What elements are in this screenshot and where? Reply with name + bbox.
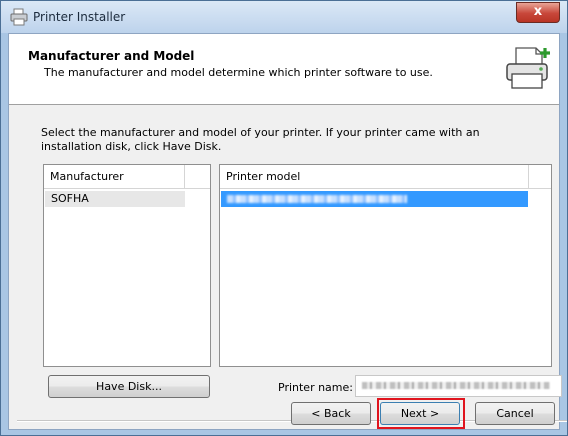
window-title: Printer Installer <box>33 10 126 24</box>
list-item[interactable]: SOFHA <box>45 191 185 207</box>
manufacturer-list[interactable]: Manufacturer SOFHA <box>43 164 211 367</box>
next-button-highlight <box>377 398 465 429</box>
printer-add-icon <box>504 44 552 92</box>
dialog-client-area: Manufacturer and Model The manufacturer … <box>8 33 567 430</box>
model-header-filler <box>528 165 551 189</box>
printer-name-label: Printer name: <box>278 381 353 394</box>
redacted-printer-name <box>362 382 550 389</box>
cancel-button[interactable]: Cancel <box>475 402 555 425</box>
manufacturer-header-filler <box>184 165 210 189</box>
close-button[interactable]: x <box>516 2 560 23</box>
redacted-model-text <box>227 195 407 203</box>
close-icon: x <box>533 4 543 19</box>
printer-installer-window: Printer Installer x Manufacturer and Mod… <box>0 0 568 436</box>
printer-model-list[interactable]: Printer model <box>219 164 552 367</box>
back-button[interactable]: < Back <box>291 402 371 425</box>
have-disk-button[interactable]: Have Disk... <box>48 375 210 398</box>
page-subtitle: The manufacturer and model determine whi… <box>44 66 433 79</box>
wizard-header: Manufacturer and Model The manufacturer … <box>9 34 559 105</box>
printer-name-field[interactable] <box>355 375 562 397</box>
instructions-text: Select the manufacturer and model of you… <box>41 126 480 153</box>
manufacturer-column-header[interactable]: Manufacturer <box>44 165 184 189</box>
printer-app-icon <box>10 8 28 26</box>
printer-model-column-header[interactable]: Printer model <box>220 165 528 189</box>
selected-printer-model-row[interactable] <box>221 191 528 207</box>
page-title: Manufacturer and Model <box>28 49 195 63</box>
title-bar[interactable]: Printer Installer x <box>1 1 567 33</box>
